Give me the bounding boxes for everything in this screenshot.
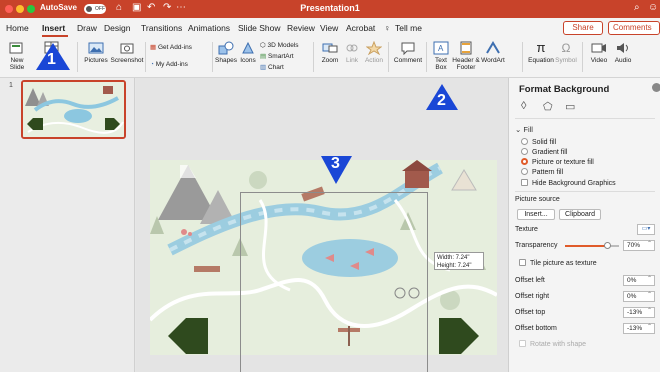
tile-option[interactable]: Tile picture as texture xyxy=(519,259,597,267)
fill-section-header[interactable]: ⌄ Fill xyxy=(515,125,533,134)
fill-bucket-icon[interactable]: ◊ xyxy=(521,100,526,112)
rotate-label: Rotate with shape xyxy=(530,341,587,348)
gradient-fill-label: Gradient fill xyxy=(532,149,568,156)
offset-left-label: Offset left xyxy=(515,277,545,284)
gradient-fill-radio[interactable] xyxy=(521,148,528,155)
hide-graphics-label: Hide Background Graphics xyxy=(532,180,616,187)
close-pane-button[interactable] xyxy=(652,83,660,92)
transparency-slider-fill xyxy=(565,245,609,247)
texture-picker[interactable]: ▭▾ xyxy=(637,224,655,235)
offset-bottom-input[interactable]: -13% xyxy=(623,323,655,334)
hide-graphics-checkbox[interactable] xyxy=(521,179,528,186)
pattern-fill-radio[interactable] xyxy=(521,168,528,175)
picture-source-label: Picture source xyxy=(515,196,560,203)
callout-2-label: 2 xyxy=(437,92,446,109)
picture-fill-label: Picture or texture fill xyxy=(532,159,594,166)
transparency-input[interactable]: 70% xyxy=(623,240,655,251)
hide-graphics-option[interactable]: Hide Background Graphics xyxy=(521,179,616,187)
rotate-checkbox[interactable] xyxy=(519,340,526,347)
pane-title: Format Background xyxy=(519,84,610,95)
solid-fill-radio[interactable] xyxy=(521,138,528,145)
tile-checkbox[interactable] xyxy=(519,259,526,266)
callout-3-label: 3 xyxy=(331,155,340,172)
offset-right-label: Offset right xyxy=(515,293,550,300)
format-background-pane: Format Background ◊ ⬠ ▭ ⌄ Fill Solid fil… xyxy=(508,78,660,372)
solid-fill-label: Solid fill xyxy=(532,139,557,146)
offset-left-input[interactable]: 0% xyxy=(623,275,655,286)
rotate-option[interactable]: Rotate with shape xyxy=(519,340,586,348)
transparency-label: Transparency xyxy=(515,242,558,249)
insert-picture-button[interactable]: Insert... xyxy=(517,209,555,220)
fill-section-label: Fill xyxy=(523,125,533,134)
picture-fill-option[interactable]: Picture or texture fill xyxy=(521,158,594,166)
tile-label: Tile picture as texture xyxy=(530,260,597,267)
texture-label: Texture xyxy=(515,226,538,233)
callout-1-label: 1 xyxy=(47,51,56,68)
offset-top-input[interactable]: -13% xyxy=(623,307,655,318)
picture-fill-radio[interactable] xyxy=(521,158,528,165)
pane-divider xyxy=(515,118,655,119)
transparency-slider-thumb[interactable] xyxy=(604,242,611,249)
offset-bottom-label: Offset bottom xyxy=(515,325,557,332)
pattern-fill-label: Pattern fill xyxy=(532,169,564,176)
picture-icon[interactable]: ▭ xyxy=(565,100,575,113)
pane-divider xyxy=(515,191,655,192)
pentagon-effects-icon[interactable]: ⬠ xyxy=(543,100,553,113)
solid-fill-option[interactable]: Solid fill xyxy=(521,138,556,146)
pattern-fill-option[interactable]: Pattern fill xyxy=(521,168,563,176)
offset-right-input[interactable]: 0% xyxy=(623,291,655,302)
clipboard-button[interactable]: Clipboard xyxy=(559,209,601,220)
offset-top-label: Offset top xyxy=(515,309,546,316)
gradient-fill-option[interactable]: Gradient fill xyxy=(521,148,567,156)
